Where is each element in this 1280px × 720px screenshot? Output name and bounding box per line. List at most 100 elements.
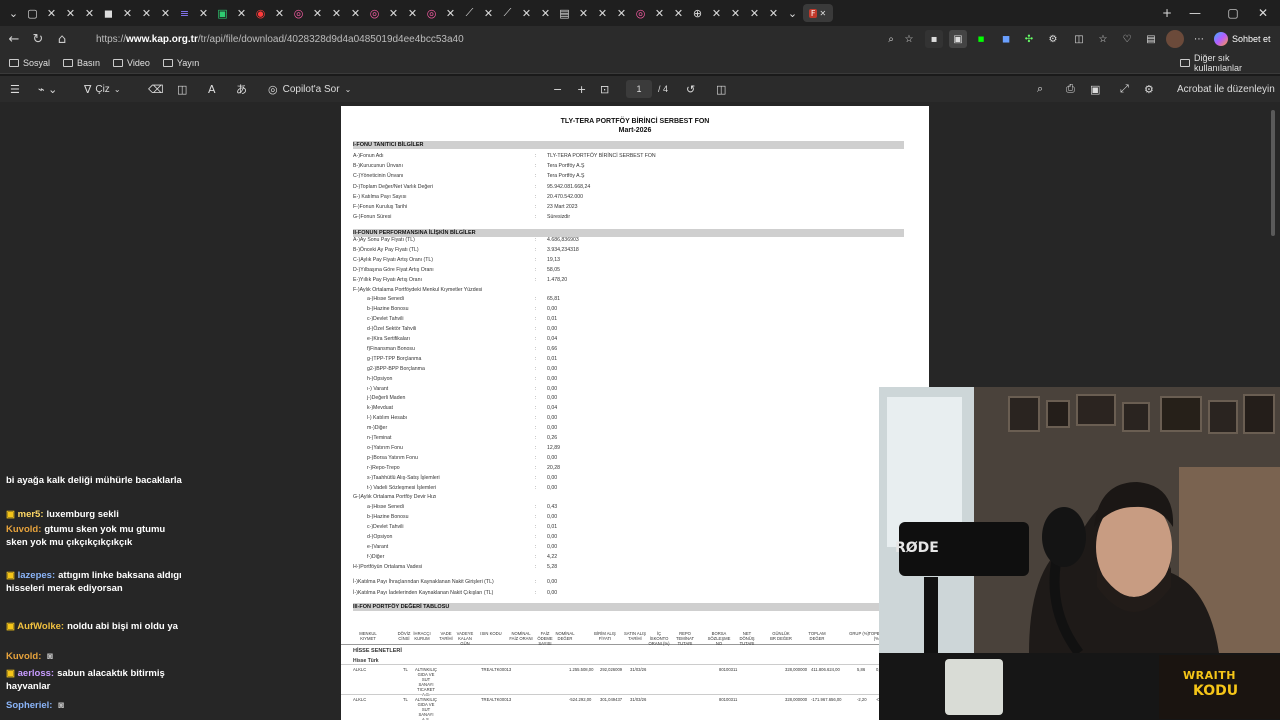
chat-username: Kuvold: bbox=[6, 651, 42, 662]
x-twitter-icon[interactable]: ✕ bbox=[651, 4, 669, 22]
tab-menu-icon[interactable]: ⌄ bbox=[5, 4, 23, 22]
x-twitter-icon[interactable]: ✕ bbox=[765, 4, 783, 22]
bookmark-folder-yayın[interactable]: Yayın bbox=[162, 58, 199, 68]
eraser-icon[interactable]: ⌫ bbox=[148, 80, 164, 98]
x-twitter-icon[interactable]: ✕ bbox=[727, 4, 745, 22]
x-twitter-icon[interactable]: ✕ bbox=[594, 4, 612, 22]
collections-icon[interactable]: ▤ bbox=[1142, 30, 1160, 48]
table-cell: TREALTK00013 bbox=[481, 697, 512, 702]
x-twitter-icon[interactable]: ✕ bbox=[309, 4, 327, 22]
x-twitter-icon[interactable]: ✕ bbox=[195, 4, 213, 22]
page-number-input[interactable]: 1 bbox=[626, 80, 652, 98]
extensions-puzzle-icon[interactable]: ⚙ bbox=[1044, 30, 1062, 48]
x-twitter-icon[interactable]: ✕ bbox=[233, 4, 251, 22]
chat-text: luxemburg sekli bbox=[46, 509, 119, 520]
translate-icon[interactable]: あ bbox=[236, 80, 247, 98]
x-twitter-icon[interactable]: ✕ bbox=[119, 4, 137, 22]
zoom-out-icon[interactable]: − bbox=[553, 80, 562, 98]
vertical-scrollbar[interactable] bbox=[1271, 110, 1275, 236]
instagram-icon[interactable]: ◎ bbox=[423, 4, 441, 22]
x-twitter-icon[interactable]: ✕ bbox=[575, 4, 593, 22]
acrobat-edit-button[interactable]: Acrobat ile düzenleyin bbox=[1177, 80, 1275, 98]
workspace-icon[interactable]: ▢ bbox=[24, 4, 42, 22]
other-favorites-folder[interactable]: Diğer sık kullanılanlar bbox=[1180, 53, 1280, 73]
x-twitter-icon[interactable]: ✕ bbox=[404, 4, 422, 22]
x-twitter-icon[interactable]: ✕ bbox=[328, 4, 346, 22]
draw-button[interactable]: ∇ Çiz ⌄ bbox=[84, 80, 121, 98]
x-twitter-icon[interactable]: ✕ bbox=[81, 4, 99, 22]
instagram-icon[interactable]: ◎ bbox=[632, 4, 650, 22]
x-twitter-icon[interactable]: ✕ bbox=[157, 4, 175, 22]
close-tab-icon[interactable]: ✕ bbox=[819, 9, 826, 18]
read-aloud-icon[interactable]: A bbox=[208, 80, 216, 98]
list-favicon[interactable]: ≡ bbox=[176, 4, 194, 22]
x-twitter-icon[interactable]: ✕ bbox=[746, 4, 764, 22]
refresh-icon[interactable]: ↻ bbox=[26, 27, 50, 51]
table-favicon[interactable]: ▤ bbox=[556, 4, 574, 22]
close-window-button[interactable]: ✕ bbox=[1246, 0, 1280, 26]
active-tab[interactable]: F ✕ bbox=[802, 4, 833, 22]
x-twitter-icon[interactable]: ✕ bbox=[613, 4, 631, 22]
rotate-icon[interactable]: ↺ bbox=[686, 80, 695, 98]
sheet-favicon[interactable]: ▣ bbox=[214, 4, 232, 22]
extension-icon[interactable]: ▣ bbox=[949, 30, 967, 48]
bookmark-folder-basın[interactable]: Basın bbox=[63, 58, 100, 68]
highlight-icon[interactable]: ⌁ ⌄ bbox=[38, 80, 57, 98]
extension-icon[interactable]: ✣ bbox=[1020, 30, 1038, 48]
profile-avatar[interactable] bbox=[1166, 30, 1184, 48]
globe-icon[interactable]: ⊕ bbox=[689, 4, 707, 22]
x-twitter-icon[interactable]: ✕ bbox=[62, 4, 80, 22]
copilot-button[interactable]: Sohbet et bbox=[1214, 30, 1271, 48]
zoom-in-icon[interactable]: + bbox=[577, 80, 586, 98]
field-value: 65,81 bbox=[547, 296, 560, 303]
zoom-icon[interactable]: ⌕ bbox=[882, 30, 900, 48]
split-screen-icon[interactable]: ◫ bbox=[1070, 30, 1088, 48]
tab-menu-icon[interactable]: ⌄ bbox=[784, 4, 802, 22]
instagram-icon[interactable]: ◎ bbox=[290, 4, 308, 22]
save-icon[interactable]: ▣ bbox=[1090, 80, 1100, 98]
x-twitter-icon[interactable]: ✕ bbox=[138, 4, 156, 22]
fullscreen-icon[interactable]: ⤢ bbox=[1120, 80, 1129, 98]
extension-icon[interactable]: ▪ bbox=[925, 30, 943, 48]
x-twitter-icon[interactable]: ✕ bbox=[480, 4, 498, 22]
x-twitter-icon[interactable]: ✕ bbox=[518, 4, 536, 22]
extension-icon[interactable]: ◼ bbox=[997, 30, 1015, 48]
copilot-ask-button[interactable]: ◎ Copilot'a Sor ⌄ bbox=[268, 80, 351, 98]
section-header: I-FONU TANITICI BİLGİLER bbox=[353, 141, 904, 149]
bookmark-folder-video[interactable]: Video bbox=[113, 58, 150, 68]
x-twitter-icon[interactable]: ✕ bbox=[442, 4, 460, 22]
more-menu-icon[interactable]: ⋯ bbox=[1190, 30, 1208, 48]
fit-page-icon[interactable]: ⊡ bbox=[600, 80, 609, 98]
search-icon[interactable]: ⌕ bbox=[1037, 80, 1043, 98]
x-twitter-icon[interactable]: ✕ bbox=[43, 4, 61, 22]
contents-menu-icon[interactable]: ☰ bbox=[10, 80, 20, 98]
instagram-icon[interactable]: ◎ bbox=[366, 4, 384, 22]
maximize-button[interactable]: ▢ bbox=[1216, 0, 1250, 26]
x-twitter-icon[interactable]: ✕ bbox=[537, 4, 555, 22]
x-twitter-icon[interactable]: ✕ bbox=[670, 4, 688, 22]
browser-essentials-icon[interactable]: ♡ bbox=[1118, 30, 1136, 48]
home-icon[interactable]: ⌂ bbox=[50, 27, 74, 51]
bookmark-folder-sosyal[interactable]: Sosyal bbox=[9, 58, 50, 68]
youtube-icon[interactable]: ◉ bbox=[252, 4, 270, 22]
url-field[interactable]: https://www.kap.org.tr/tr/api/file/downl… bbox=[78, 29, 918, 49]
x-twitter-icon[interactable]: ✕ bbox=[385, 4, 403, 22]
settings-gear-icon[interactable]: ⚙ bbox=[1144, 80, 1154, 98]
url-prefix: https:// bbox=[96, 33, 127, 45]
site-favicon[interactable]: ◼ bbox=[100, 4, 118, 22]
pen-favicon[interactable]: ⟋ bbox=[499, 4, 517, 22]
favorites-icon[interactable]: ☆ bbox=[1094, 30, 1112, 48]
field-value: 0,00 bbox=[547, 306, 558, 313]
back-icon[interactable]: ← bbox=[2, 27, 26, 51]
page-view-icon[interactable]: ◫ bbox=[716, 80, 726, 98]
x-twitter-icon[interactable]: ✕ bbox=[347, 4, 365, 22]
print-icon[interactable]: ⎙ bbox=[1066, 80, 1075, 98]
favorite-star-icon[interactable]: ☆ bbox=[900, 30, 918, 48]
text-box-icon[interactable]: ◫ bbox=[177, 80, 187, 98]
extension-icon[interactable]: ■ bbox=[972, 30, 990, 48]
pen-favicon[interactable]: ⟋ bbox=[461, 4, 479, 22]
minimize-button[interactable]: — bbox=[1178, 0, 1212, 26]
x-twitter-icon[interactable]: ✕ bbox=[271, 4, 289, 22]
folder-icon bbox=[1180, 58, 1190, 67]
x-twitter-icon[interactable]: ✕ bbox=[708, 4, 726, 22]
